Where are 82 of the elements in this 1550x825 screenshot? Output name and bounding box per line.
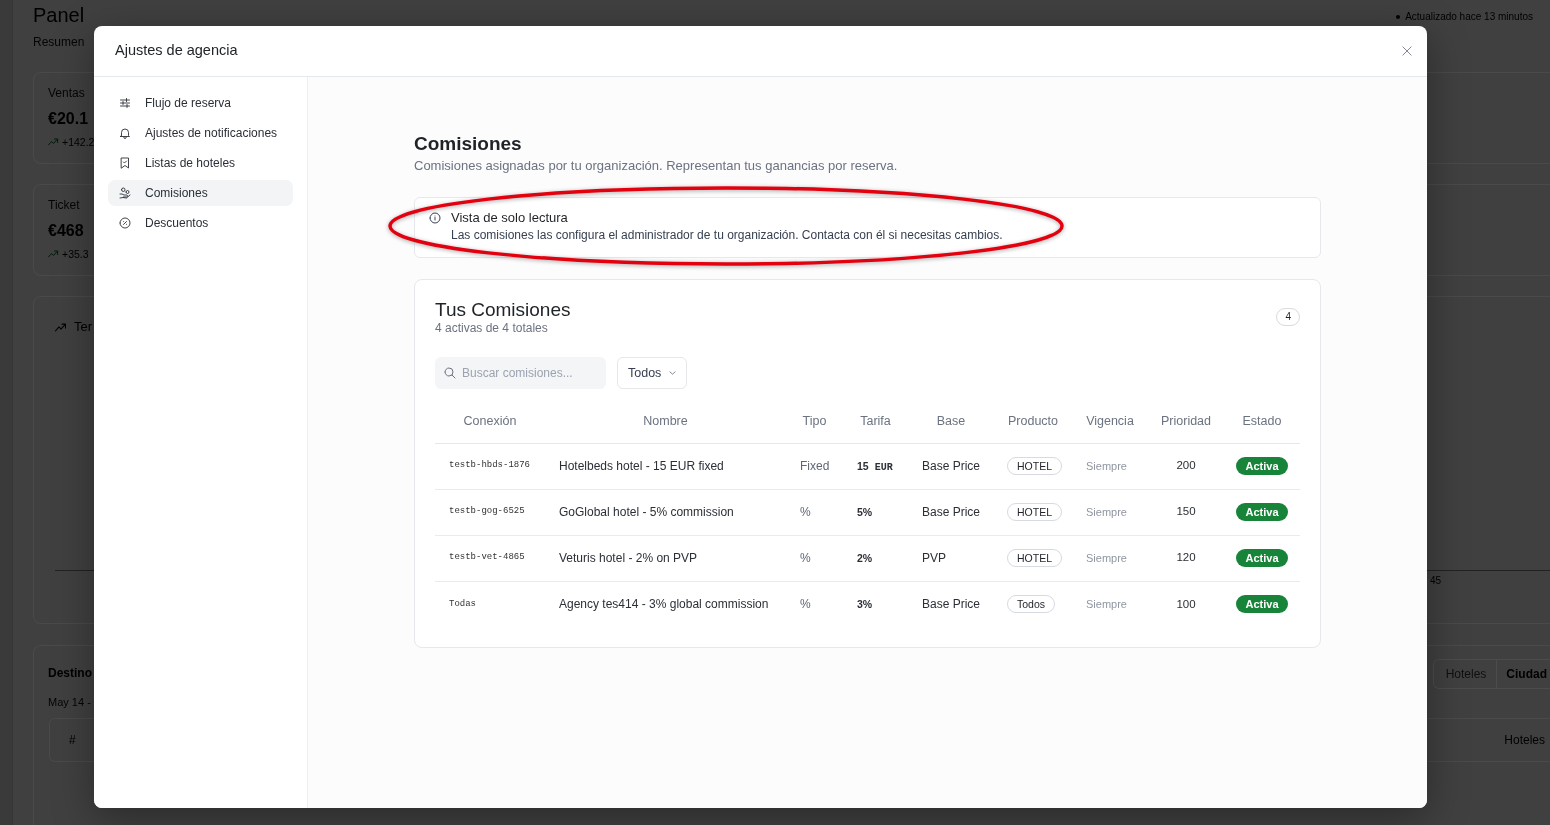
nav-item[interactable]: Flujo de reserva xyxy=(108,90,293,116)
card-title: Destino xyxy=(48,665,92,682)
column-header: Base xyxy=(908,401,994,443)
table-cell: % xyxy=(786,535,843,581)
rate-value: 3% xyxy=(857,598,873,611)
page-title: Panel xyxy=(33,3,85,27)
nav-item[interactable]: Listas de hoteles xyxy=(108,150,293,176)
stat-change: +35.3 xyxy=(62,247,89,261)
notice-title: Vista de solo lectura xyxy=(451,210,568,226)
info-icon xyxy=(429,212,441,224)
stat-change: +142.2 xyxy=(62,135,95,149)
stat-label: Ventas xyxy=(48,85,85,101)
percent-badge-icon xyxy=(119,217,131,229)
stat-label: Ticket xyxy=(48,197,80,213)
table-cell: % xyxy=(786,581,843,627)
table-cell: Hotelbeds hotel - 15 EUR fixed xyxy=(545,443,786,489)
status-badge: Activa xyxy=(1236,457,1288,475)
stat-value: €20.1 xyxy=(48,109,89,129)
rate-value: 5% xyxy=(857,506,873,518)
table-cell: Siempre xyxy=(1072,581,1148,627)
bookmark-check-icon xyxy=(119,157,131,169)
table-cell: Veturis hotel - 2% on PVP xyxy=(545,535,786,581)
notice-text: Las comisiones las configura el administrador de tu organización. Contacta con él si necesitas cambios. xyxy=(451,227,1003,243)
column-header: Nombre xyxy=(545,401,786,443)
column-header: Prioridad xyxy=(1148,401,1224,443)
status-badge: Activa xyxy=(1236,549,1288,567)
table-cell: 200 xyxy=(1148,443,1224,489)
table-cell: Fixed xyxy=(786,443,843,489)
card-title: Tus Comisiones xyxy=(435,299,571,321)
column-header: # xyxy=(69,732,76,749)
table-cell: Base Price xyxy=(908,443,994,489)
column-header: Hoteles xyxy=(1504,732,1545,749)
hand-coins-icon xyxy=(119,187,131,199)
column-header: Tarifa xyxy=(843,401,908,443)
table-cell: Base Price xyxy=(908,581,994,627)
rate-value: 2% xyxy=(857,552,873,564)
section-subtitle: Comisiones asignadas por tu organización. Representan tus ganancias por reserva. xyxy=(414,158,898,174)
table-cell: Base Price xyxy=(908,489,994,535)
chevron-down-icon xyxy=(669,371,677,375)
column-header: Producto xyxy=(994,401,1072,443)
trend-up-icon xyxy=(48,138,59,146)
dialog-title: Ajustes de agencia xyxy=(115,41,238,61)
card-summary: 4 activas de 4 totales xyxy=(435,321,548,335)
search-field[interactable]: Buscar comisiones... xyxy=(435,357,606,389)
section-title: Comisiones xyxy=(414,132,522,156)
column-header: Vigencia xyxy=(1072,401,1148,443)
column-header: Estado xyxy=(1224,401,1300,443)
close-icon xyxy=(1402,46,1412,56)
table-cell: 120 xyxy=(1148,535,1224,581)
table-cell: testb-hbds-1876 xyxy=(435,443,545,489)
trend-up-icon xyxy=(48,250,59,258)
page-subtitle: Resumen xyxy=(33,34,85,50)
trend-up-icon xyxy=(55,322,67,332)
table-cell: 150 xyxy=(1148,489,1224,535)
table-cell: Agency tes414 - 3% global commission xyxy=(545,581,786,627)
search-icon xyxy=(444,367,456,379)
table-cell: % xyxy=(786,489,843,535)
table-cell: Siempre xyxy=(1072,489,1148,535)
bell-icon xyxy=(119,127,131,139)
card-title: Ter xyxy=(74,318,93,336)
column-header: Tipo xyxy=(786,401,843,443)
table-cell: 100 xyxy=(1148,581,1224,627)
status-badge: Activa xyxy=(1236,503,1288,521)
table-cell: GoGlobal hotel - 5% commission xyxy=(545,489,786,535)
filter-dropdown[interactable]: Todos xyxy=(617,357,688,389)
sliders-icon xyxy=(119,97,131,109)
axis-label: 45 xyxy=(1429,575,1441,587)
nav-item[interactable]: Descuentos xyxy=(108,210,293,236)
table-cell: Siempre xyxy=(1072,535,1148,581)
currency-code: EUR xyxy=(874,462,893,473)
rate-value: 15 xyxy=(857,460,869,472)
table-cell: testb-vet-4865 xyxy=(435,535,545,581)
column-header: Conexión xyxy=(435,401,545,443)
table-cell: testb-gog-6525 xyxy=(435,489,545,535)
table-cell: Siempre xyxy=(1072,443,1148,489)
status-badge: Activa xyxy=(1236,595,1288,614)
table-cell: PVP xyxy=(908,535,994,581)
status-dot-icon xyxy=(1396,15,1401,19)
nav-item[interactable]: Comisiones xyxy=(108,180,293,206)
stat-value: €468 xyxy=(48,221,84,241)
nav-item[interactable]: Ajustes de notificaciones xyxy=(108,120,293,146)
table-cell: Todas xyxy=(435,581,545,627)
